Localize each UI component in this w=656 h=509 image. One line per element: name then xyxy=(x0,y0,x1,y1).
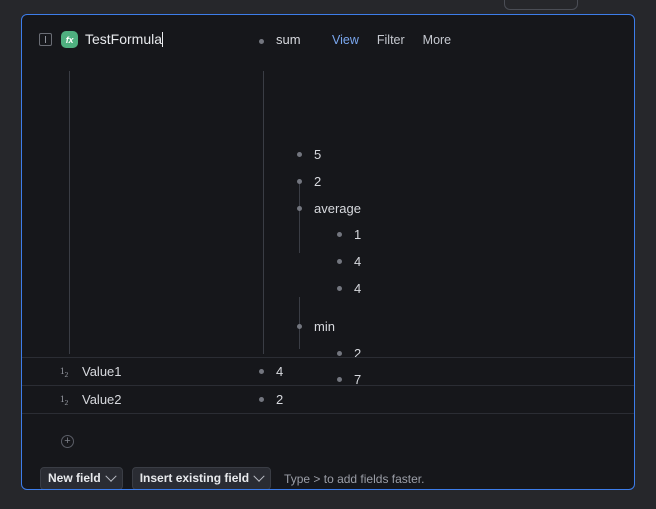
tree-item[interactable]: 5 xyxy=(297,145,321,163)
tree-item-label: 5 xyxy=(314,146,322,162)
field-actions: View Filter More xyxy=(332,33,451,47)
tree-bullet-icon xyxy=(337,231,342,237)
tree-bullet-icon xyxy=(297,151,302,157)
tree-item-label: 4 xyxy=(354,280,362,296)
field-name-label: Value2 xyxy=(82,392,122,407)
number-field-icon: 12 xyxy=(60,366,69,379)
field-name-label: Value1 xyxy=(82,364,122,379)
result-bullet xyxy=(259,39,264,44)
new-field-label: New field xyxy=(48,471,101,485)
plus-circle-icon[interactable]: + xyxy=(61,435,74,448)
tree-item[interactable]: 4 xyxy=(337,279,361,297)
tree-bullet-icon xyxy=(297,178,302,184)
tree-item[interactable]: 2 xyxy=(297,172,321,190)
value-bullet-icon xyxy=(259,369,264,374)
top-cutoff-button[interactable] xyxy=(504,0,578,10)
tree-item[interactable]: min xyxy=(297,317,335,335)
value-bullet-icon xyxy=(259,397,264,402)
tree-item-label: 4 xyxy=(354,253,362,269)
tree-item-label: 1 xyxy=(354,226,362,242)
field-value: 2 xyxy=(276,392,284,407)
insert-existing-field-label: Insert existing field xyxy=(139,471,250,485)
add-field-row[interactable]: + xyxy=(22,427,634,455)
toolbar-hint: Type > to add fields faster. xyxy=(284,471,425,486)
field-list: 12 Value1 4 12 Value2 2 xyxy=(22,357,634,414)
tree-item-label: 2 xyxy=(314,173,322,189)
fx-badge-icon: fx xyxy=(61,31,78,48)
tree-item[interactable]: 4 xyxy=(337,252,361,270)
formula-field-block: fx TestFormula sum View Filter More 5 2 … xyxy=(22,15,634,387)
chevron-down-icon xyxy=(105,470,117,482)
bottom-toolbar: New field Insert existing field Type > t… xyxy=(22,467,425,489)
tree-rail-left xyxy=(69,71,70,354)
text-caret xyxy=(162,32,164,47)
formula-field-name-text: TestFormula xyxy=(85,31,163,47)
tree-item-label: average xyxy=(314,200,361,216)
tree-bullet-icon xyxy=(337,350,342,356)
tree-bullet-icon xyxy=(337,258,342,264)
tree-bullet-icon xyxy=(297,205,302,211)
view-action[interactable]: View xyxy=(332,33,359,47)
record-editor-panel: fx TestFormula sum View Filter More 5 2 … xyxy=(21,14,635,490)
formula-result-label: sum xyxy=(276,32,301,47)
new-field-button[interactable]: New field xyxy=(40,467,123,489)
text-field-icon xyxy=(39,33,52,46)
tree-item[interactable]: 1 xyxy=(337,225,361,243)
tree-item-label: min xyxy=(314,318,335,334)
filter-action[interactable]: Filter xyxy=(377,33,405,47)
tree-bullet-icon xyxy=(297,323,302,329)
tree-item[interactable]: average xyxy=(297,199,361,217)
chevron-down-icon xyxy=(253,470,265,482)
number-field-icon: 12 xyxy=(60,394,69,407)
field-value: 4 xyxy=(276,364,284,379)
insert-existing-field-button[interactable]: Insert existing field xyxy=(131,467,272,489)
more-action[interactable]: More xyxy=(423,33,451,47)
formula-field-row[interactable]: fx TestFormula sum View Filter More xyxy=(22,15,634,57)
table-row[interactable]: 12 Value2 2 xyxy=(22,385,634,414)
table-row[interactable]: 12 Value1 4 xyxy=(22,357,634,385)
formula-field-name[interactable]: TestFormula xyxy=(85,31,164,47)
tree-rail-middle xyxy=(263,71,264,354)
tree-bullet-icon xyxy=(337,285,342,291)
